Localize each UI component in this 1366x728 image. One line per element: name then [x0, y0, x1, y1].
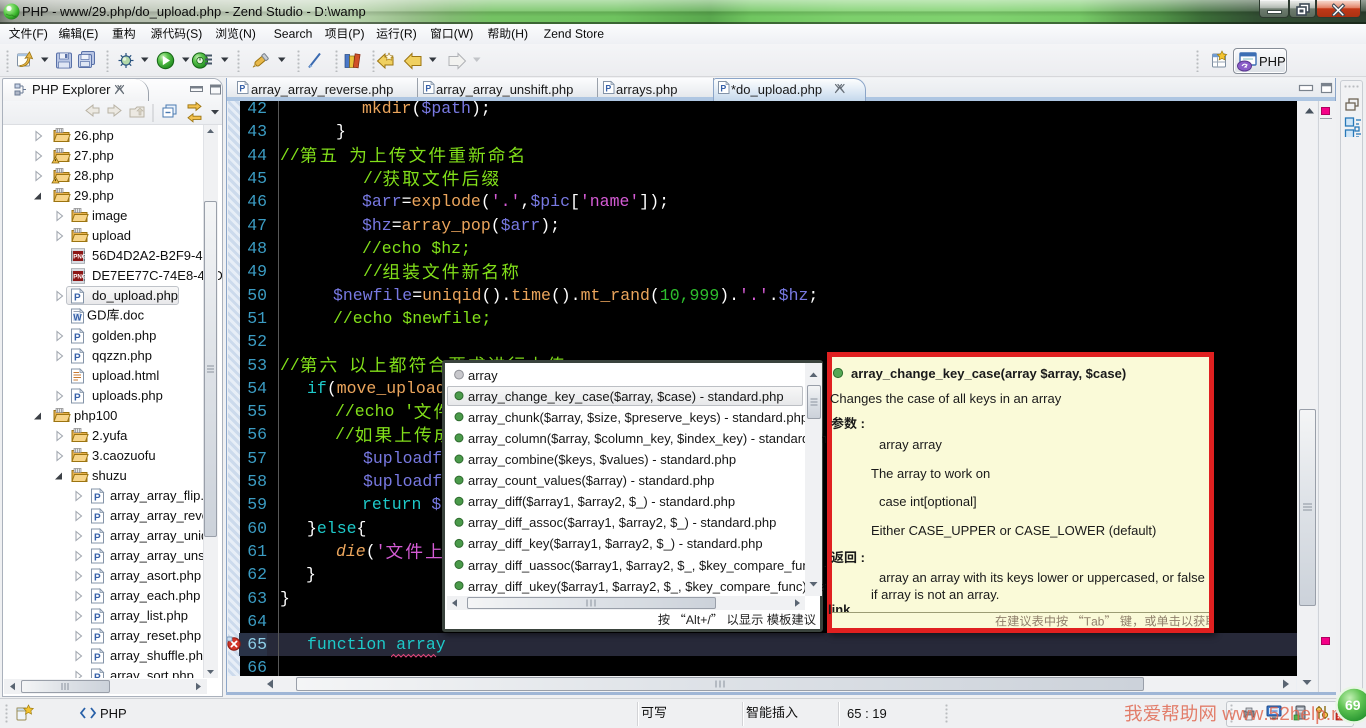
svg-text:PNG: PNG [73, 254, 87, 261]
svg-text:P: P [94, 533, 101, 544]
svg-text:P: P [94, 653, 101, 664]
svg-text:P: P [74, 293, 81, 304]
svg-text:P: P [74, 353, 81, 364]
svg-text:P: P [94, 553, 101, 564]
svg-text:P: P [94, 593, 101, 604]
svg-text:P: P [74, 393, 81, 404]
svg-text:P: P [94, 493, 101, 504]
svg-text:69: 69 [1345, 697, 1361, 713]
svg-text:P: P [94, 633, 101, 644]
svg-text:P: P [74, 333, 81, 344]
svg-text:P: P [94, 573, 101, 584]
svg-text:P: P [94, 613, 101, 624]
svg-text:PNG: PNG [73, 274, 87, 281]
svg-text:W: W [73, 313, 82, 323]
svg-text:P: P [94, 673, 101, 679]
svg-text:P: P [94, 513, 101, 524]
